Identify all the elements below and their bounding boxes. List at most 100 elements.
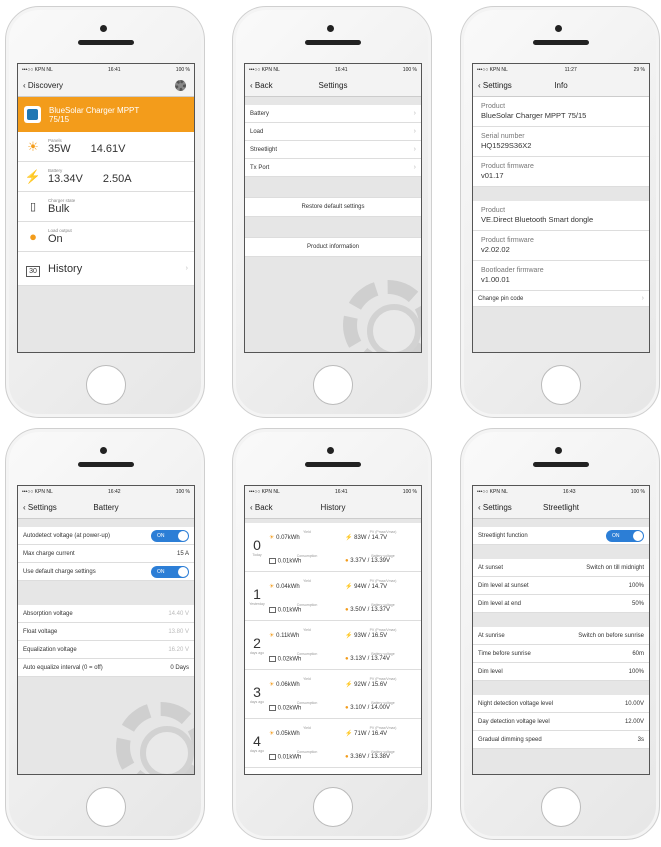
absorption-value: 14.40 V (168, 610, 189, 617)
dongle-product-value: VE.Direct Bluetooth Smart dongle (481, 215, 594, 224)
back-button[interactable]: ‹ Settings (478, 81, 512, 90)
history-day-row: 4 days ago Yield ☀ 0.05kWh PV (Pmax/Vmax) ⚡ 7… (245, 719, 421, 768)
device-row[interactable]: BlueSolar Charger MPPT 75/15 (18, 97, 194, 132)
consumption-value: 0.02kWh (277, 656, 302, 663)
meter-icon (269, 655, 276, 662)
charger-row: ▯ Charger state Bulk (18, 192, 194, 222)
gear-icon[interactable] (175, 80, 186, 91)
at-sunrise-row[interactable]: At sunrise Switch on before sunrise (473, 627, 649, 645)
pv-value: 71W / 16.4V (354, 730, 388, 737)
back-label: Settings (482, 81, 512, 90)
home-button[interactable] (313, 787, 353, 827)
time-before-row[interactable]: Time before sunrise 60m (473, 645, 649, 663)
battery-voltage-value: 3.37V / 13.39V (350, 558, 390, 564)
meter-icon (269, 753, 276, 760)
clock-text: 16:42 (108, 488, 121, 495)
day-index: 5 (245, 768, 269, 774)
home-button[interactable] (86, 787, 126, 827)
history-label: History (48, 262, 83, 275)
back-button[interactable]: ‹ Settings (23, 503, 57, 512)
battery-voltage-value: 3.36V / 13.38V (350, 754, 390, 760)
home-button[interactable] (313, 365, 353, 405)
carrier-text: •••○○ KPN NL (22, 66, 53, 73)
history-day-row: 1 Yesterday Yield ☀ 0.04kWh PV (Pmax/Vmax) ⚡ … (245, 572, 421, 621)
bootloader-label: Bootloader firmware (481, 267, 544, 274)
at-sunset-row[interactable]: At sunset Switch on till midnight (473, 559, 649, 577)
serial-block: Serial number HQ1529S36X2 (473, 127, 649, 157)
use-default-row: Use default charge settings ON (18, 563, 194, 581)
battery-current: 2.50A (102, 173, 132, 185)
dim-end-row[interactable]: Dim level at end 50% (473, 595, 649, 613)
bolt-icon: ⚡ (345, 681, 353, 688)
day-sub: Yesterday (249, 602, 265, 606)
settings-item-battery[interactable]: Battery › (245, 105, 421, 123)
meter-icon (269, 557, 276, 564)
home-button[interactable] (86, 365, 126, 405)
bolt-icon: ⚡ (345, 730, 353, 737)
day-detection-row[interactable]: Day detection voltage level 12.00V (473, 713, 649, 731)
firmware-value: v01.17 (481, 171, 504, 180)
clock-text: 16:41 (335, 66, 348, 73)
history-list[interactable]: 0 Today Yield ☀ 0.07kWh PV (Pmax/Vmax) ⚡ 83W … (245, 519, 421, 774)
panels-voltage: 14.61V (90, 143, 126, 155)
settings-item-streetlight[interactable]: Streetlight › (245, 141, 421, 159)
back-button[interactable]: ‹ Settings (478, 503, 512, 512)
at-sunrise-label: At sunrise (478, 632, 505, 639)
day-number: 2 (253, 635, 261, 651)
meter-icon (269, 704, 276, 711)
settings-item-txport[interactable]: Tx Port › (245, 159, 421, 177)
item-label: Battery (250, 110, 270, 117)
chevron-right-icon: › (185, 265, 188, 272)
pv-value: 93W / 16.5V (354, 632, 388, 639)
at-sunset-value: Switch on till midnight (586, 564, 644, 571)
dim-level-label: Dim level (478, 668, 503, 675)
change-pin-row[interactable]: Change pin code › (473, 291, 649, 307)
speaker (78, 40, 134, 45)
settings-gear-icon (343, 280, 421, 352)
auto-equalize-row[interactable]: Auto equalize interval (0 = off) 0 Days (18, 659, 194, 677)
home-button[interactable] (541, 787, 581, 827)
camera (555, 25, 562, 32)
streetlight-function-label: Streetlight function (478, 532, 528, 539)
day-detection-label: Day detection voltage level (478, 718, 550, 725)
bulb-icon: ● (345, 558, 349, 564)
absorption-label: Absorption voltage (23, 610, 73, 617)
back-button[interactable]: ‹ Discovery (23, 81, 63, 90)
chevron-right-icon: › (641, 295, 644, 302)
bulb-icon: ● (345, 607, 349, 613)
home-button[interactable] (541, 365, 581, 405)
night-detection-label: Night detection voltage level (478, 700, 554, 707)
streetlight-toggle[interactable]: ON (606, 529, 644, 542)
float-row: Float voltage 13.80 V (18, 623, 194, 641)
bulb-icon: ● (29, 229, 37, 244)
use-default-toggle[interactable]: ON (151, 565, 189, 578)
dim-level-row[interactable]: Dim level 100% (473, 663, 649, 681)
day-number: 3 (253, 684, 261, 700)
autodetect-toggle[interactable]: ON (151, 529, 189, 542)
panels-power: 35W (48, 143, 71, 155)
item-label: Streetlight (250, 146, 278, 153)
product-label: Product (481, 103, 506, 110)
settings-item-load[interactable]: Load › (245, 123, 421, 141)
nav-bar: ‹ Discovery (18, 75, 194, 97)
back-button[interactable]: ‹ Back (250, 81, 273, 90)
gradual-dimming-value: 3s (637, 736, 644, 743)
phone-settings: •••○○ KPN NL 16:41 100 % ‹ Back Settings… (232, 6, 432, 418)
restore-defaults-button[interactable]: Restore default settings (245, 197, 421, 217)
yield-value: 0.05kWh (276, 730, 300, 737)
chevron-right-icon: › (413, 164, 416, 171)
status-bar: •••○○ KPN NL 16:42 100 % (18, 486, 194, 497)
gradual-dimming-row[interactable]: Gradual dimming speed 3s (473, 731, 649, 749)
chevron-right-icon: › (413, 128, 416, 135)
bulb-icon: ● (345, 656, 349, 662)
max-current-row[interactable]: Max charge current 15 A (18, 545, 194, 563)
sun-icon: ☀ (269, 534, 275, 541)
phone-info: •••○○ KPN NL 11:27 29 % ‹ Settings Info … (460, 6, 660, 418)
dim-sunset-row[interactable]: Dim level at sunset 100% (473, 577, 649, 595)
load-row: ● Load output On (18, 222, 194, 252)
product-information-button[interactable]: Product information (245, 237, 421, 257)
sun-icon: ☀ (27, 138, 39, 154)
back-button[interactable]: ‹ Back (250, 503, 273, 512)
night-detection-row[interactable]: Night detection voltage level 10.00V (473, 695, 649, 713)
history-row[interactable]: 30 History › (18, 252, 194, 286)
